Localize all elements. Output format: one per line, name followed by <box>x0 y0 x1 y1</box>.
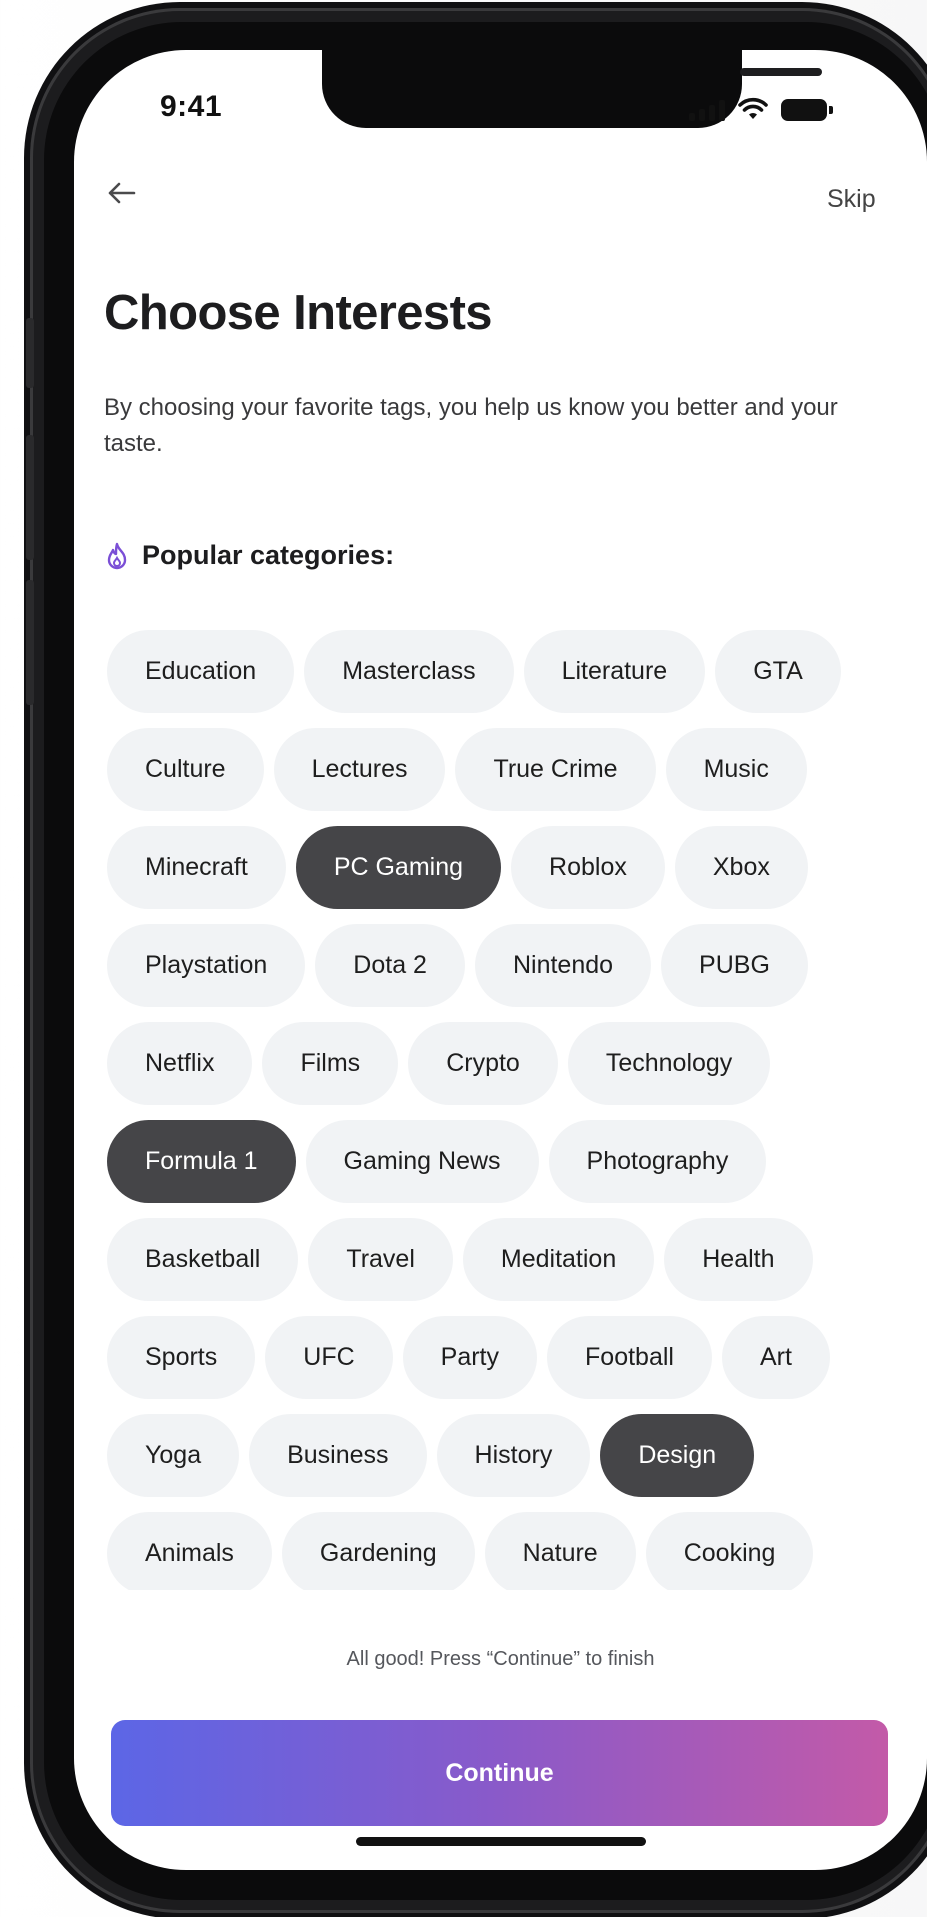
chip-row: Animals Gardening Nature Cooking <box>107 1512 814 1590</box>
interest-chip[interactable]: Nintendo <box>474 924 652 1007</box>
interest-chip[interactable]: History <box>436 1414 591 1497</box>
notch <box>322 50 822 128</box>
home-indicator <box>356 1837 646 1846</box>
app-screen: 9:41 Skip Choose Interests By choosing y… <box>74 50 927 1870</box>
page-subtitle: By choosing your favorite tags, you help… <box>104 394 838 457</box>
interest-chip[interactable]: Literature <box>523 630 706 713</box>
interest-chip[interactable]: Yoga <box>107 1414 240 1497</box>
fire-icon <box>107 542 127 569</box>
status-time: 9:41 <box>160 90 223 123</box>
interest-chip[interactable]: Roblox <box>511 826 665 909</box>
interest-chip[interactable]: Design <box>600 1414 755 1497</box>
chip-row: Playstation Dota 2 Nintendo PUBG <box>107 924 808 1007</box>
skip-button[interactable]: Skip <box>827 185 876 214</box>
chip-row: Education Masterclass Literature GTA <box>107 630 841 713</box>
interest-chip[interactable]: PC Gaming <box>295 826 502 909</box>
interest-chip[interactable]: Education <box>107 630 295 713</box>
back-button[interactable] <box>104 178 144 214</box>
interest-chip[interactable]: Gardening <box>281 1512 475 1590</box>
chip-row: Netflix Films Crypto Technology <box>107 1022 771 1105</box>
interest-chip[interactable]: Music <box>665 728 807 811</box>
volume-up-button <box>26 435 34 560</box>
finish-hint: All good! Press “Continue” to finish <box>346 1648 655 1670</box>
wifi-icon <box>738 97 768 119</box>
interest-chip[interactable]: Lectures <box>273 728 446 811</box>
section-heading: Popular categories: <box>104 540 394 571</box>
chip-row: Minecraft PC Gaming Roblox Xbox <box>107 826 808 909</box>
interest-chip[interactable]: Dota 2 <box>315 924 465 1007</box>
page-title: Choose Interests <box>104 286 493 340</box>
chip-row: Sports UFC Party Football Art <box>107 1316 830 1399</box>
interest-chip[interactable]: Technology <box>567 1022 771 1105</box>
interest-chip[interactable]: Travel <box>308 1218 453 1301</box>
interest-chip[interactable]: Photography <box>548 1120 767 1203</box>
status-icons <box>689 93 833 121</box>
volume-down-button <box>26 580 34 705</box>
interest-chip[interactable]: Cooking <box>645 1512 814 1590</box>
interest-chip[interactable]: Football <box>547 1316 712 1399</box>
interest-chip[interactable]: Party <box>402 1316 538 1399</box>
battery-icon <box>781 99 833 121</box>
interest-chip[interactable]: Health <box>664 1218 813 1301</box>
interest-chip[interactable]: True Crime <box>455 728 656 811</box>
interest-chip[interactable]: Animals <box>107 1512 272 1590</box>
interest-chip[interactable]: Xbox <box>674 826 808 909</box>
interest-chip[interactable]: Business <box>249 1414 427 1497</box>
interest-chip[interactable]: Playstation <box>107 924 306 1007</box>
chip-row: Yoga Business History Design <box>107 1414 755 1497</box>
interest-chip[interactable]: Art <box>721 1316 830 1399</box>
interest-chip[interactable]: Gaming News <box>305 1120 539 1203</box>
mute-switch <box>26 318 34 388</box>
interest-chip[interactable]: Masterclass <box>304 630 514 713</box>
interest-chip[interactable]: PUBG <box>661 924 808 1007</box>
interest-chip[interactable]: Minecraft <box>107 826 286 909</box>
interest-chip[interactable]: Crypto <box>408 1022 558 1105</box>
interest-chip[interactable]: Formula 1 <box>107 1120 296 1203</box>
chip-row: Formula 1 Gaming News Photography <box>107 1120 767 1203</box>
interest-chip[interactable]: Films <box>262 1022 399 1105</box>
interest-chip[interactable]: Basketball <box>107 1218 299 1301</box>
chip-row: Basketball Travel Meditation Health <box>107 1218 813 1301</box>
arrow-left-icon <box>108 182 136 204</box>
interest-chip[interactable]: GTA <box>715 630 841 713</box>
signal-icon <box>689 99 725 121</box>
speaker-grille <box>740 68 822 76</box>
interest-chip[interactable]: Netflix <box>107 1022 253 1105</box>
interest-chip[interactable]: Meditation <box>462 1218 655 1301</box>
interest-chip-list: Education Masterclass Literature GTA Culture… <box>107 630 887 1590</box>
interest-chip[interactable]: Sports <box>107 1316 256 1399</box>
continue-button[interactable]: Continue <box>111 1720 888 1826</box>
interest-chip[interactable]: Culture <box>107 728 264 811</box>
interest-chip[interactable]: Nature <box>484 1512 636 1590</box>
section-label: Popular categories: <box>142 540 395 570</box>
chip-row: Culture Lectures True Crime Music <box>107 728 807 811</box>
interest-chip[interactable]: UFC <box>265 1316 393 1399</box>
